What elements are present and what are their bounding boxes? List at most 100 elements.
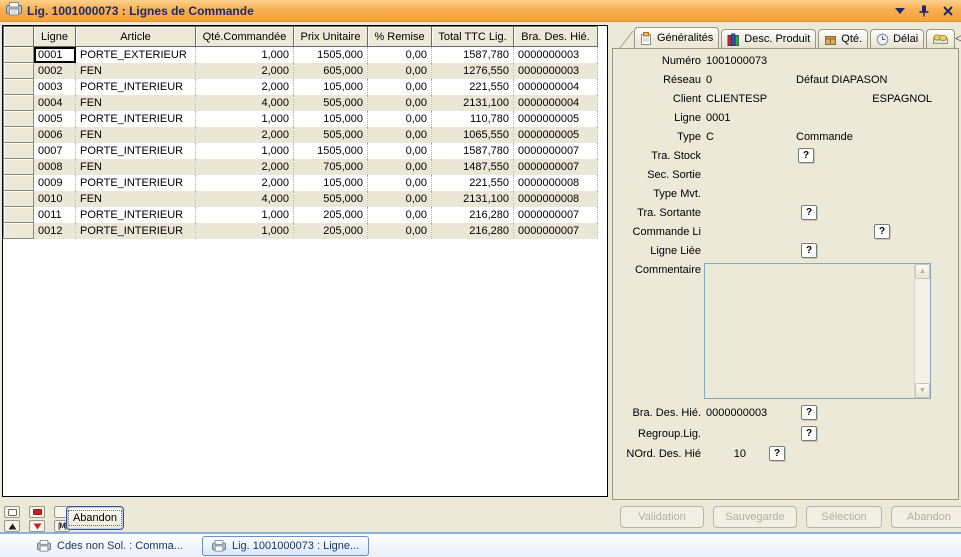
table-row[interactable]: 0010FEN4,000505,0000,002131,100000000000… — [4, 191, 598, 207]
table-row[interactable]: 0003PORTE_INTERIEUR2,000105,0000,00221,5… — [4, 79, 598, 95]
pin-icon[interactable] — [917, 4, 931, 18]
table-cell[interactable]: 0008 — [34, 159, 76, 175]
sauvegarde-button[interactable]: Sauvegarde — [713, 506, 797, 528]
tab-g-n-ralit-s[interactable]: Généralités — [634, 27, 719, 48]
table-cell[interactable]: 1505,000 — [294, 143, 368, 159]
table-cell[interactable]: 0005 — [34, 111, 76, 127]
column-header-qt-command-e[interactable]: Qté.Commandée — [196, 27, 294, 47]
scroll-down-button[interactable] — [29, 520, 45, 532]
table-cell[interactable]: 4,000 — [196, 191, 294, 207]
row-selector[interactable] — [4, 191, 34, 207]
row-selector[interactable] — [4, 175, 34, 191]
table-cell[interactable]: 216,280 — [432, 207, 514, 223]
table-cell[interactable]: 0000000007 — [514, 143, 598, 159]
table-cell[interactable]: 1,000 — [196, 207, 294, 223]
row-selector[interactable] — [4, 127, 34, 143]
page-top-button[interactable] — [4, 506, 20, 518]
table-cell[interactable]: 105,000 — [294, 79, 368, 95]
table-cell[interactable]: 0000000004 — [514, 95, 598, 111]
row-selector[interactable] — [4, 63, 34, 79]
comment-textarea[interactable]: ▲ ▼ — [704, 263, 931, 399]
table-cell[interactable]: 0000000004 — [514, 79, 598, 95]
table-cell[interactable]: 0000000007 — [514, 159, 598, 175]
row-selector[interactable] — [4, 111, 34, 127]
table-cell[interactable]: 105,000 — [294, 111, 368, 127]
table-cell[interactable]: FEN — [76, 191, 196, 207]
table-cell[interactable]: 1,000 — [196, 223, 294, 239]
table-cell[interactable]: 1,000 — [196, 47, 294, 63]
table-cell[interactable]: 0003 — [34, 79, 76, 95]
column-header-bra-des-hi[interactable]: Bra. Des. Hié. — [514, 27, 598, 47]
table-cell[interactable]: 0007 — [34, 143, 76, 159]
table-cell[interactable]: 0000000008 — [514, 191, 598, 207]
help-button[interactable]: ? — [801, 405, 817, 420]
column-header-remise[interactable]: % Remise — [368, 27, 432, 47]
table-cell[interactable]: 0,00 — [368, 143, 432, 159]
table-cell[interactable]: 0,00 — [368, 79, 432, 95]
table-cell[interactable]: 2,000 — [196, 175, 294, 191]
table-cell[interactable]: 0012 — [34, 223, 76, 239]
table-cell[interactable]: 1587,780 — [432, 47, 514, 63]
tab-d-lai[interactable]: Délai — [870, 29, 924, 48]
table-cell[interactable]: 216,280 — [432, 223, 514, 239]
table-cell[interactable]: 0010 — [34, 191, 76, 207]
taskbar-item-lig-1001000073-ligne[interactable]: Lig. 1001000073 : Ligne... — [202, 536, 369, 556]
table-cell[interactable]: 0000000007 — [514, 207, 598, 223]
table-row[interactable]: 0007PORTE_INTERIEUR1,0001505,0000,001587… — [4, 143, 598, 159]
table-row[interactable]: 0011PORTE_INTERIEUR1,000205,0000,00216,2… — [4, 207, 598, 223]
row-selector[interactable] — [4, 143, 34, 159]
table-row[interactable]: 0001PORTE_EXTERIEUR1,0001505,0000,001587… — [4, 47, 598, 63]
current-row-button[interactable] — [29, 506, 45, 518]
table-cell[interactable]: 2,000 — [196, 63, 294, 79]
table-cell[interactable]: 0000000005 — [514, 111, 598, 127]
help-button[interactable]: ? — [769, 446, 785, 461]
table-cell[interactable]: 105,000 — [294, 175, 368, 191]
table-cell[interactable]: 0002 — [34, 63, 76, 79]
table-cell[interactable]: 0000000005 — [514, 127, 598, 143]
column-header-total-ttc-lig[interactable]: Total TTC Lig. — [432, 27, 514, 47]
table-cell[interactable]: PORTE_INTERIEUR — [76, 175, 196, 191]
scroll-up-button[interactable] — [4, 520, 20, 532]
table-cell[interactable]: PORTE_INTERIEUR — [76, 143, 196, 159]
help-button[interactable]: ? — [801, 243, 817, 258]
table-cell[interactable]: 505,000 — [294, 127, 368, 143]
table-cell[interactable]: 605,000 — [294, 63, 368, 79]
table-cell[interactable]: 221,550 — [432, 175, 514, 191]
table-cell[interactable]: FEN — [76, 159, 196, 175]
table-cell[interactable]: 0000000003 — [514, 63, 598, 79]
help-button[interactable]: ? — [798, 148, 814, 163]
table-cell[interactable]: 2,000 — [196, 159, 294, 175]
table-row[interactable]: 0004FEN4,000505,0000,002131,100000000000… — [4, 95, 598, 111]
table-cell[interactable]: FEN — [76, 127, 196, 143]
table-cell[interactable]: 1065,550 — [432, 127, 514, 143]
table-cell[interactable]: 0004 — [34, 95, 76, 111]
table-cell[interactable]: 0,00 — [368, 207, 432, 223]
close-icon[interactable] — [941, 4, 955, 18]
scroll-up-icon[interactable]: ▲ — [915, 264, 930, 279]
table-cell[interactable]: FEN — [76, 95, 196, 111]
table-cell[interactable]: 0000000003 — [514, 47, 598, 63]
table-row[interactable]: 0005PORTE_INTERIEUR1,000105,0000,00110,7… — [4, 111, 598, 127]
table-cell[interactable]: 0000000007 — [514, 223, 598, 239]
table-cell[interactable]: 110,780 — [432, 111, 514, 127]
table-row[interactable]: 0002FEN2,000605,0000,001276,550000000000… — [4, 63, 598, 79]
table-cell[interactable]: 505,000 — [294, 191, 368, 207]
chevron-down-icon[interactable] — [893, 4, 907, 18]
table-cell[interactable]: 221,550 — [432, 79, 514, 95]
table-cell[interactable]: 0000000008 — [514, 175, 598, 191]
table-cell[interactable]: 1487,550 — [432, 159, 514, 175]
abandon-button[interactable]: Abandon — [891, 506, 961, 528]
table-cell[interactable]: 0011 — [34, 207, 76, 223]
row-selector[interactable] — [4, 47, 34, 63]
column-header-ligne[interactable]: Ligne — [34, 27, 76, 47]
table-cell[interactable]: PORTE_INTERIEUR — [76, 111, 196, 127]
table-cell[interactable]: 1505,000 — [294, 47, 368, 63]
table-cell[interactable]: 0,00 — [368, 159, 432, 175]
table-cell[interactable]: 705,000 — [294, 159, 368, 175]
table-cell[interactable]: PORTE_INTERIEUR — [76, 207, 196, 223]
table-cell[interactable]: 505,000 — [294, 95, 368, 111]
table-cell[interactable]: 205,000 — [294, 223, 368, 239]
row-selector[interactable] — [4, 95, 34, 111]
row-selector[interactable] — [4, 79, 34, 95]
validation-button[interactable]: Validation — [620, 506, 704, 528]
